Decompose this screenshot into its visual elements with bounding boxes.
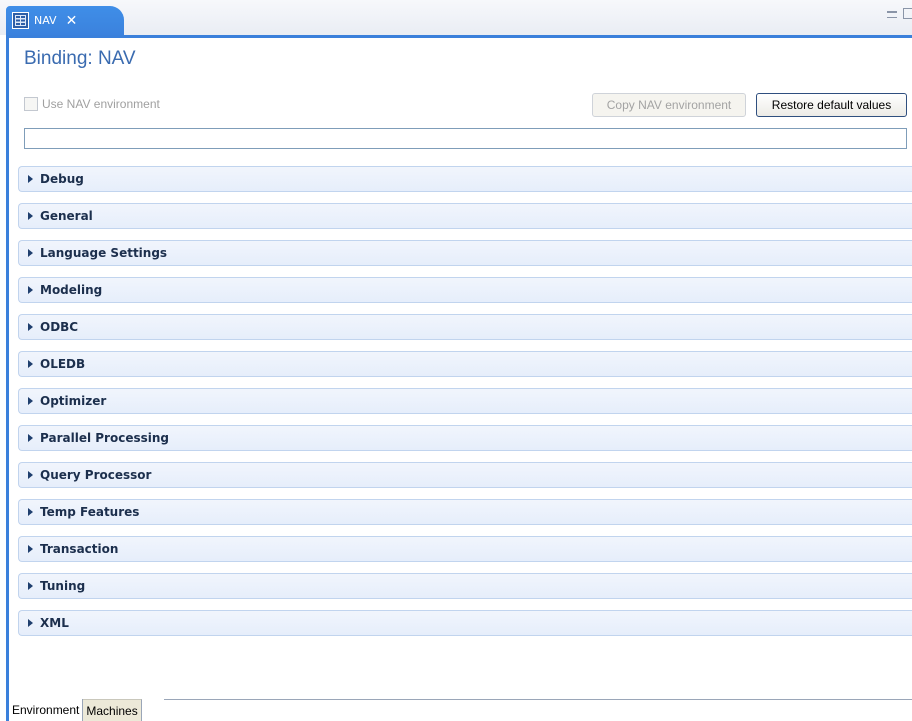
editor-tab-nav[interactable]: NAV ✕: [6, 6, 124, 35]
expand-arrow-icon: [28, 212, 33, 220]
section-oledb[interactable]: OLEDB: [18, 351, 912, 377]
copy-nav-environment-button[interactable]: Copy NAV environment: [592, 93, 746, 117]
expand-arrow-icon: [28, 508, 33, 516]
bottom-tab-rule: [164, 699, 912, 700]
expand-arrow-icon: [28, 323, 33, 331]
expand-arrow-icon: [28, 434, 33, 442]
use-nav-environment-checkbox[interactable]: [24, 97, 38, 111]
maximize-icon[interactable]: [903, 8, 912, 19]
expand-arrow-icon: [28, 582, 33, 590]
section-query-processor[interactable]: Query Processor: [18, 462, 912, 488]
section-transaction[interactable]: Transaction: [18, 536, 912, 562]
section-label: Tuning: [40, 579, 86, 593]
section-label: Parallel Processing: [40, 431, 169, 445]
section-label: Query Processor: [40, 468, 152, 482]
section-label: General: [40, 209, 93, 223]
expand-arrow-icon: [28, 249, 33, 257]
close-icon[interactable]: ✕: [66, 14, 78, 28]
section-general[interactable]: General: [18, 203, 912, 229]
section-label: Temp Features: [40, 505, 140, 519]
expand-arrow-icon: [28, 286, 33, 294]
page-title: Binding: NAV: [24, 48, 136, 69]
use-nav-environment-row[interactable]: Use NAV environment: [24, 97, 160, 111]
section-label: XML: [40, 616, 69, 630]
expand-arrow-icon: [28, 619, 33, 627]
section-label: Modeling: [40, 283, 103, 297]
expand-arrow-icon: [28, 360, 33, 368]
section-label: ODBC: [40, 320, 79, 334]
bottom-tab-bar: Environment Machines: [9, 699, 142, 721]
minimize-icon[interactable]: [887, 11, 897, 18]
section-label: OLEDB: [40, 357, 86, 371]
expand-arrow-icon: [28, 471, 33, 479]
section-temp-features[interactable]: Temp Features: [18, 499, 912, 525]
editor-tab-strip: NAV ✕: [0, 0, 912, 35]
editor-grid-icon: [12, 12, 29, 29]
section-optimizer[interactable]: Optimizer: [18, 388, 912, 414]
section-tuning[interactable]: Tuning: [18, 573, 912, 599]
section-modeling[interactable]: Modeling: [18, 277, 912, 303]
environment-path-input[interactable]: [24, 128, 907, 149]
section-parallel-processing[interactable]: Parallel Processing: [18, 425, 912, 451]
section-language-settings[interactable]: Language Settings: [18, 240, 912, 266]
section-label: Language Settings: [40, 246, 168, 260]
window-controls: [887, 8, 912, 19]
use-nav-environment-label: Use NAV environment: [42, 97, 160, 111]
expand-arrow-icon: [28, 545, 33, 553]
expand-arrow-icon: [28, 397, 33, 405]
section-label: Optimizer: [40, 394, 107, 408]
section-xml[interactable]: XML: [18, 610, 912, 636]
section-odbc[interactable]: ODBC: [18, 314, 912, 340]
restore-default-values-button[interactable]: Restore default values: [756, 93, 907, 117]
tab-environment[interactable]: Environment: [9, 699, 84, 721]
section-label: Transaction: [40, 542, 119, 556]
section-label: Debug: [40, 172, 84, 186]
section-debug[interactable]: Debug: [18, 166, 912, 192]
tab-machines[interactable]: Machines: [83, 699, 142, 721]
expand-arrow-icon: [28, 175, 33, 183]
editor-tab-label: NAV: [34, 14, 57, 27]
